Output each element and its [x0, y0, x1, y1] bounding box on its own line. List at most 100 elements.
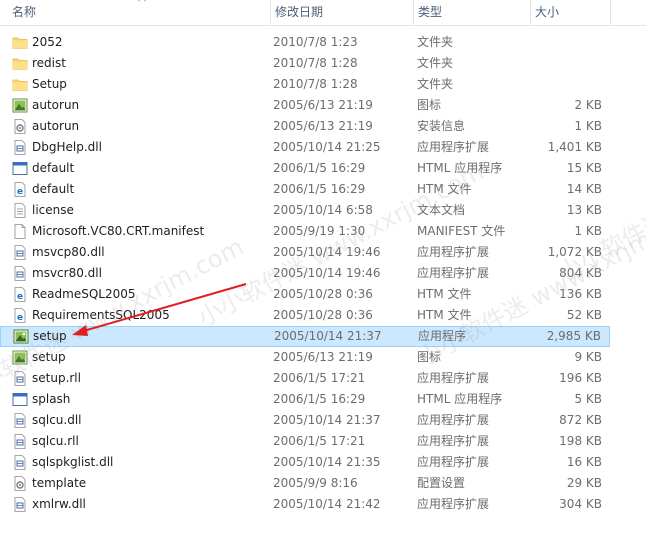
- file-row[interactable]: template 2005/9/9 8:16 配置设置 29 KB: [0, 473, 610, 494]
- file-modified-date: 2006/1/5 16:29: [273, 161, 366, 175]
- dll-file-icon: [12, 266, 28, 281]
- file-row[interactable]: sqlcu.dll 2005/10/14 21:37 应用程序扩展 872 KB: [0, 410, 610, 431]
- file-row[interactable]: msvcp80.dll 2005/10/14 19:46 应用程序扩展 1,072 K…: [0, 242, 610, 263]
- htm-file-icon: e: [12, 287, 28, 302]
- file-size: 1 KB: [574, 224, 602, 238]
- file-size: 14 KB: [566, 182, 602, 196]
- file-row[interactable]: setup.rll 2006/1/5 17:21 应用程序扩展 196 KB: [0, 368, 610, 389]
- file-name: sqlspkglist.dll: [32, 455, 114, 469]
- file-row[interactable]: sqlcu.rll 2006/1/5 17:21 应用程序扩展 198 KB: [0, 431, 610, 452]
- sort-ascending-icon: [138, 0, 146, 2]
- svg-text:e: e: [17, 187, 23, 197]
- file-row[interactable]: 2052 2010/7/8 1:23 文件夹: [0, 32, 610, 53]
- file-name: RequirementsSQL2005: [32, 308, 170, 322]
- dll-file-icon: [12, 434, 28, 449]
- file-row[interactable]: autorun 2005/6/13 21:19 安装信息 1 KB: [0, 116, 610, 137]
- file-modified-date: 2005/10/14 21:37: [274, 329, 382, 343]
- column-header-date[interactable]: 修改日期: [270, 0, 413, 25]
- file-name: DbgHelp.dll: [32, 140, 102, 154]
- settings-file-icon: [12, 119, 28, 134]
- file-type: 安装信息: [417, 119, 466, 133]
- htm-file-icon: e: [12, 308, 28, 323]
- file-name: sqlcu.rll: [32, 434, 79, 448]
- file-modified-date: 2010/7/8 1:28: [273, 56, 358, 70]
- file-row[interactable]: setup 2005/6/13 21:19 图标 9 KB: [0, 347, 610, 368]
- file-name: setup.rll: [32, 371, 81, 385]
- column-header-type-label: 类型: [418, 5, 443, 19]
- file-name: xmlrw.dll: [32, 497, 86, 511]
- svg-text:e: e: [17, 292, 23, 302]
- file-name: autorun: [32, 119, 80, 133]
- html-application-icon: [12, 161, 28, 176]
- column-header-size[interactable]: 大小: [530, 0, 610, 25]
- file-size: 1,072 KB: [547, 245, 602, 259]
- file-type: 图标: [417, 350, 442, 364]
- file-row[interactable]: splash 2006/1/5 16:29 HTML 应用程序 5 KB: [0, 389, 610, 410]
- file-type: 应用程序扩展: [417, 266, 490, 280]
- file-type: 应用程序: [418, 329, 467, 343]
- file-name: msvcr80.dll: [32, 266, 102, 280]
- dll-file-icon: [12, 413, 28, 428]
- file-row[interactable]: Setup 2010/7/8 1:28 文件夹: [0, 74, 610, 95]
- file-type: 应用程序扩展: [417, 455, 490, 469]
- column-header-type[interactable]: 类型: [413, 0, 530, 25]
- file-type: 配置设置: [417, 476, 466, 490]
- file-modified-date: 2005/10/14 6:58: [273, 203, 373, 217]
- file-modified-date: 2005/6/13 21:19: [273, 350, 373, 364]
- file-name: setup: [32, 350, 66, 364]
- file-modified-date: 2010/7/8 1:23: [273, 35, 358, 49]
- file-name: default: [32, 161, 75, 175]
- file-row[interactable]: msvcr80.dll 2005/10/14 19:46 应用程序扩展 804 KB: [0, 263, 610, 284]
- file-modified-date: 2005/10/14 21:42: [273, 497, 381, 511]
- file-modified-date: 2005/6/13 21:19: [273, 98, 373, 112]
- file-row[interactable]: license 2005/10/14 6:58 文本文档 13 KB: [0, 200, 610, 221]
- file-size: 196 KB: [559, 371, 602, 385]
- file-size: 804 KB: [559, 266, 602, 280]
- file-row[interactable]: default 2006/1/5 16:29 HTML 应用程序 15 KB: [0, 158, 610, 179]
- folder-icon: [12, 77, 28, 92]
- file-row[interactable]: DbgHelp.dll 2005/10/14 21:25 应用程序扩展 1,401 K…: [0, 137, 610, 158]
- file-type: HTM 文件: [417, 308, 472, 322]
- blank-file-icon: [12, 224, 28, 239]
- folder-icon: [12, 35, 28, 50]
- file-size: 304 KB: [559, 497, 602, 511]
- file-row-selected[interactable]: setup 2005/10/14 21:37 应用程序 2,985 KB: [0, 326, 610, 347]
- text-file-icon: [12, 203, 28, 218]
- file-modified-date: 2006/1/5 16:29: [273, 182, 366, 196]
- file-type: MANIFEST 文件: [417, 224, 506, 238]
- column-header-name-label: 名称: [12, 5, 37, 19]
- column-header-name[interactable]: 名称: [8, 0, 270, 25]
- image-file-icon: [12, 350, 28, 365]
- file-row[interactable]: Microsoft.VC80.CRT.manifest 2005/9/19 1:3…: [0, 221, 610, 242]
- file-type: 应用程序扩展: [417, 245, 490, 259]
- image-file-icon: [12, 98, 28, 113]
- file-type: HTML 应用程序: [417, 392, 503, 406]
- file-modified-date: 2005/10/28 0:36: [273, 287, 373, 301]
- file-modified-date: 2005/9/19 1:30: [273, 224, 366, 238]
- file-modified-date: 2005/9/9 8:16: [273, 476, 358, 490]
- file-row[interactable]: redist 2010/7/8 1:28 文件夹: [0, 53, 610, 74]
- file-modified-date: 2006/1/5 17:21: [273, 434, 366, 448]
- file-row[interactable]: sqlspkglist.dll 2005/10/14 21:35 应用程序扩展 16 …: [0, 452, 610, 473]
- file-list: 2052 2010/7/8 1:23 文件夹 redist 2010/7/8 1:28 文…: [0, 32, 646, 515]
- file-size: 2,985 KB: [546, 329, 601, 343]
- file-name: msvcp80.dll: [32, 245, 105, 259]
- file-row[interactable]: xmlrw.dll 2005/10/14 21:42 应用程序扩展 304 KB: [0, 494, 610, 515]
- file-size: 136 KB: [559, 287, 602, 301]
- file-type: 文件夹: [417, 56, 454, 70]
- file-row[interactable]: e ReadmeSQL2005 2005/10/28 0:36 HTM 文件 136 K…: [0, 284, 610, 305]
- dll-file-icon: [12, 140, 28, 155]
- file-size: 9 KB: [574, 350, 602, 364]
- file-type: 应用程序扩展: [417, 371, 490, 385]
- file-type: 文件夹: [417, 35, 454, 49]
- file-row[interactable]: autorun 2005/6/13 21:19 图标 2 KB: [0, 95, 610, 116]
- svg-text:e: e: [17, 313, 23, 323]
- folder-icon: [12, 56, 28, 71]
- file-row[interactable]: e default 2006/1/5 16:29 HTM 文件 14 KB: [0, 179, 610, 200]
- file-size: 5 KB: [574, 392, 602, 406]
- column-header-date-label: 修改日期: [275, 5, 324, 19]
- file-size: 2 KB: [574, 98, 602, 112]
- file-row[interactable]: e RequirementsSQL2005 2005/10/28 0:36 HTM 文…: [0, 305, 610, 326]
- file-modified-date: 2005/10/28 0:36: [273, 308, 373, 322]
- file-modified-date: 2005/10/14 21:25: [273, 140, 381, 154]
